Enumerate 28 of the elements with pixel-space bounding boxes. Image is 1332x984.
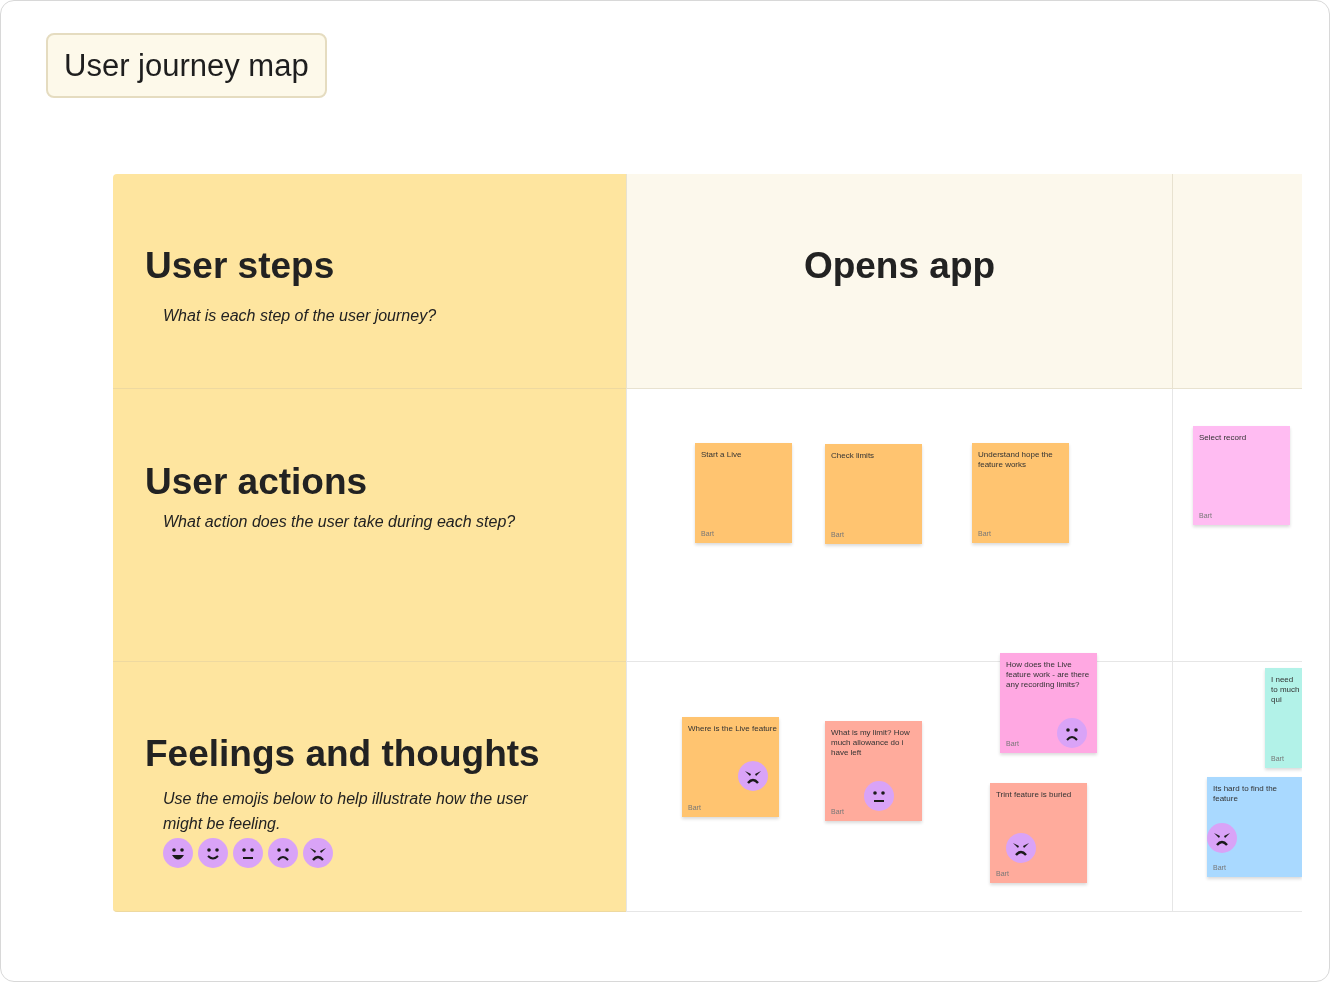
note-text: Trint feature is buried	[996, 790, 1073, 800]
angry-face-icon	[1006, 833, 1036, 863]
frowning-face-icon	[1057, 718, 1087, 748]
note-text: Its hard to find the feature	[1213, 784, 1279, 804]
row-title: Feelings and thoughts	[145, 732, 541, 776]
frowning-face-icon	[268, 838, 298, 868]
note-text: I need to much qui	[1271, 675, 1300, 705]
note-text: How does the Live feature work - are there any recording limits?	[1006, 660, 1091, 690]
note-text: What is my limit? How much allowance do i have left	[831, 728, 911, 758]
note-text: Check limits	[831, 451, 876, 461]
board-title: User journey map	[46, 33, 327, 98]
angry-face-icon	[303, 838, 333, 868]
note-text: Where is the Live feature	[688, 724, 777, 734]
row-description: What is each step of the user journey?	[163, 306, 438, 326]
smiling-face-icon	[198, 838, 228, 868]
note-text: Select record	[1199, 433, 1248, 443]
column-title: Opens app	[803, 244, 996, 288]
row-description: What action does the user take during each step?	[163, 512, 517, 532]
note-text: Understand hope the feature works	[978, 450, 1054, 470]
neutral-face-icon	[233, 838, 263, 868]
grinning-face-icon	[163, 838, 193, 868]
row-title: User steps	[145, 244, 336, 288]
angry-face-icon	[738, 761, 768, 791]
row-description: Use the emojis below to help illustrate how the user might be feeling.	[163, 789, 529, 834]
note-text: Start a Live	[701, 450, 743, 460]
neutral-face-icon	[864, 781, 894, 811]
angry-face-icon	[1207, 823, 1237, 853]
row-title: User actions	[145, 460, 369, 504]
